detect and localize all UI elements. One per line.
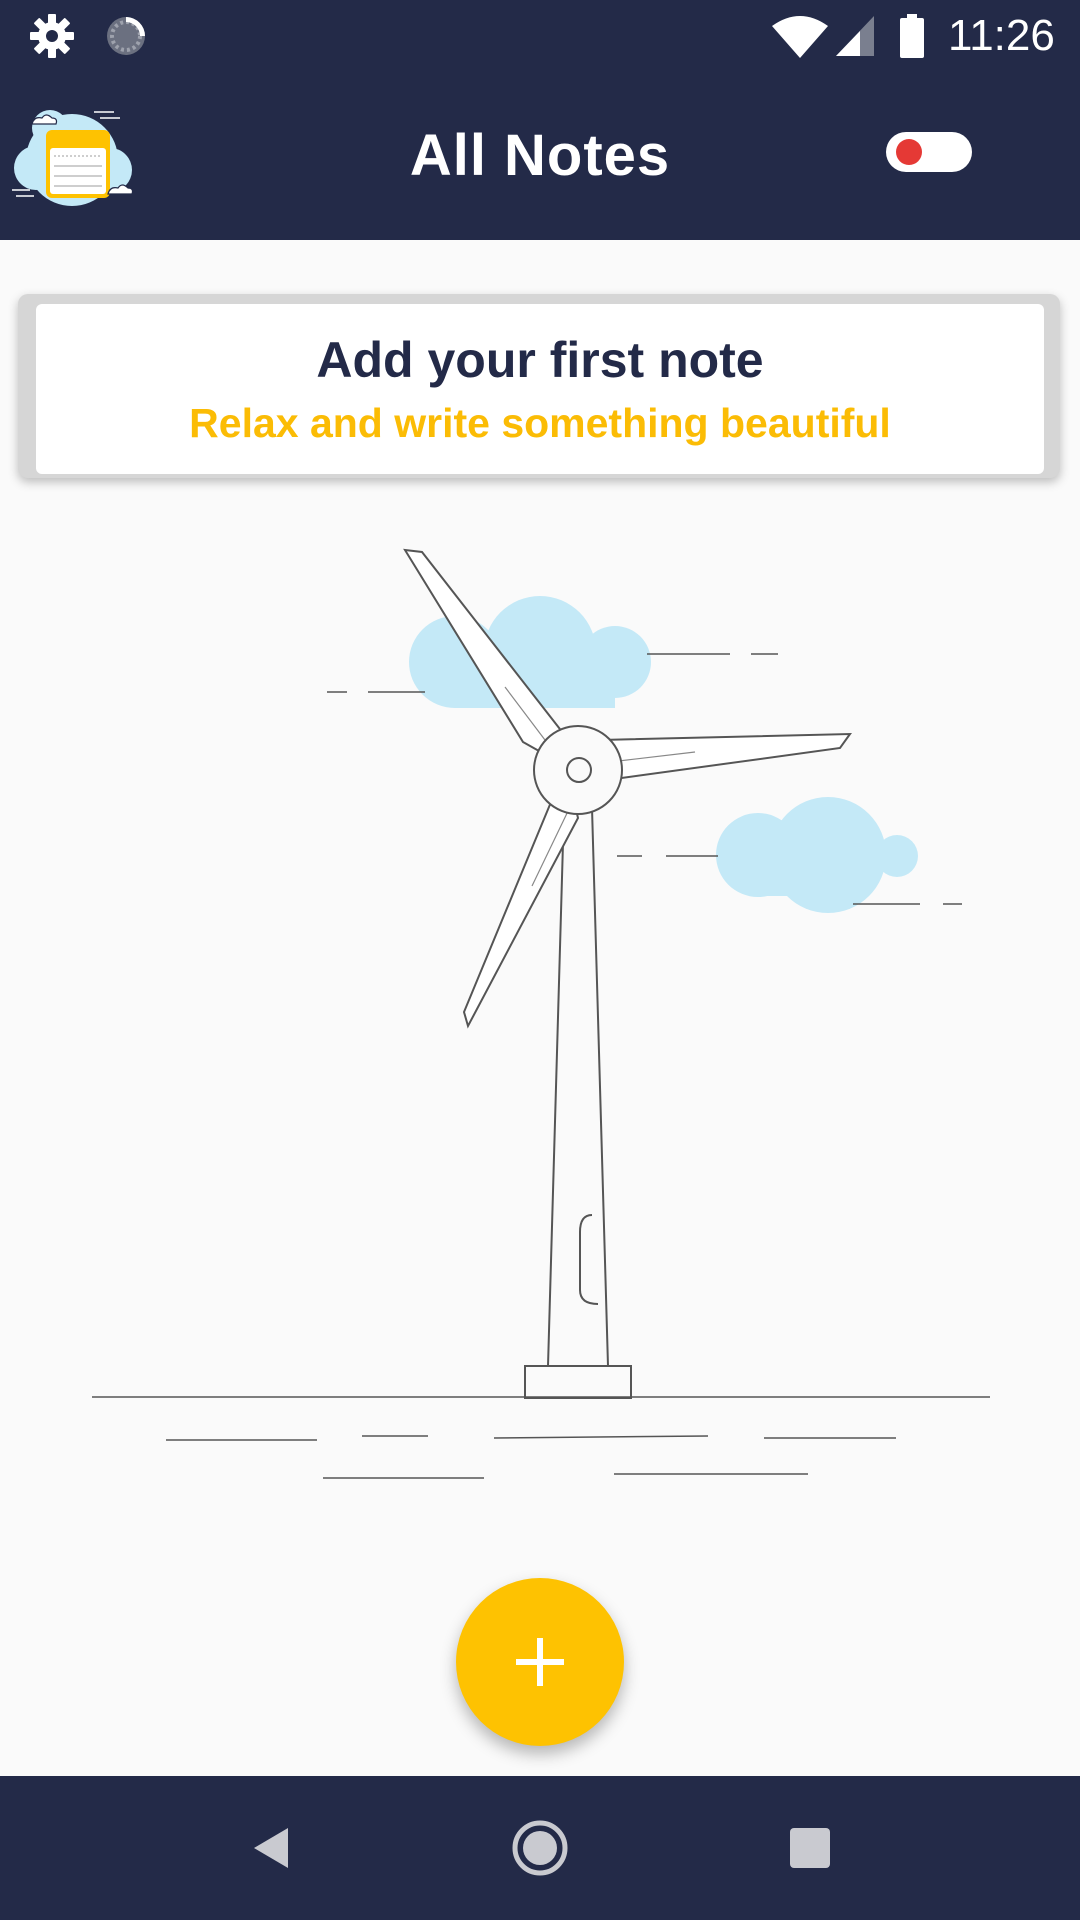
- toggle-knob: [896, 139, 922, 165]
- cell-signal-icon: [836, 16, 874, 56]
- status-time: 11:26: [948, 11, 1055, 60]
- home-icon[interactable]: [510, 1818, 570, 1878]
- battery-icon: [900, 14, 924, 58]
- add-note-button[interactable]: [456, 1578, 624, 1746]
- theme-toggle[interactable]: [886, 132, 972, 172]
- status-bar: 11:26: [0, 0, 1080, 72]
- gear-icon: [30, 14, 74, 58]
- system-nav-bar: [0, 1776, 1080, 1920]
- back-icon[interactable]: [248, 1824, 296, 1872]
- cloud-icon: [716, 797, 918, 913]
- wind-turbine-illustration: [92, 548, 990, 1479]
- wifi-icon: [772, 16, 828, 58]
- empty-state-heading: Add your first note: [316, 332, 764, 388]
- app-bar: All Notes: [0, 72, 1080, 240]
- plus-icon: [516, 1638, 564, 1686]
- empty-state-card[interactable]: Add your first note Relax and write some…: [36, 304, 1044, 474]
- empty-state-subheading: Relax and write something beautiful: [189, 400, 891, 446]
- recents-icon[interactable]: [790, 1828, 830, 1868]
- sync-icon: [107, 17, 145, 55]
